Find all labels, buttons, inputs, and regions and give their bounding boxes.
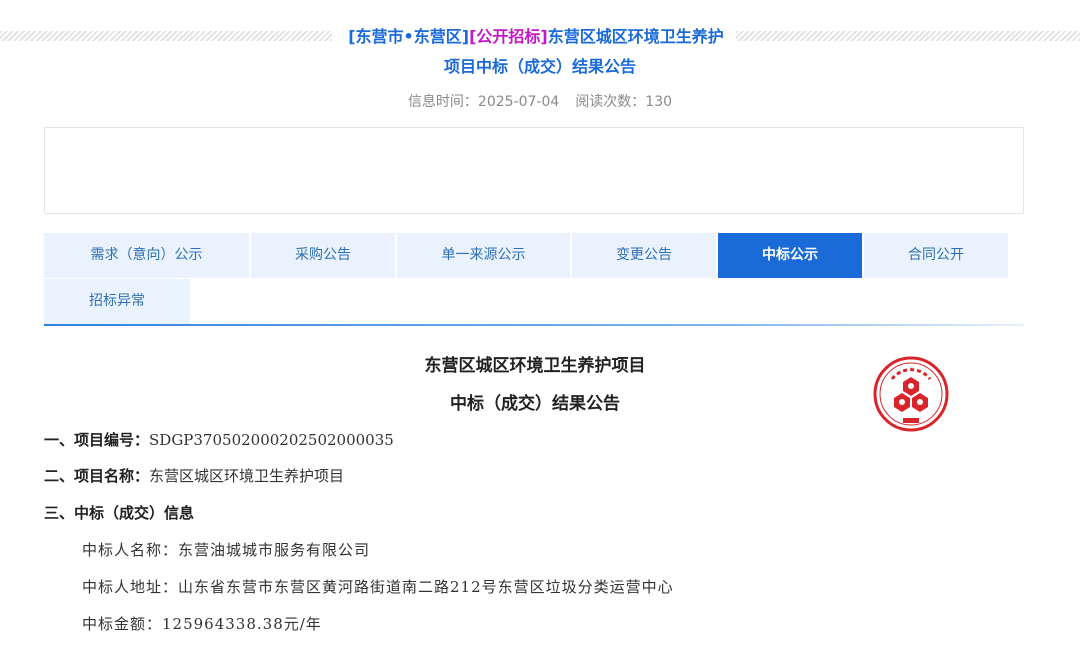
tabs-underline: [44, 324, 1024, 326]
attachment-box: [44, 127, 1024, 214]
winner-name: 中标人名称：东营油城城市服务有限公司: [82, 541, 371, 559]
title-stripe-left: [0, 31, 332, 41]
project-number-row: 一、项目编号：SDGP370502000202502000035: [44, 429, 394, 451]
notice-title-line1: [东营市•东营区][公开招标]东营区城区环境卫生养护: [340, 26, 732, 48]
winner-address: 中标人地址：山东省东营市东营区黄河路街道南二路212号东营区垃圾分类运营中心: [82, 578, 674, 596]
read-count: 阅读次数：130: [575, 94, 673, 110]
project-number-label: 一、项目编号：: [44, 431, 150, 449]
notice-meta: 信息时间：2025-07-04 阅读次数：130: [0, 92, 1080, 112]
tab-contract-public[interactable]: 合同公开: [864, 233, 1008, 278]
notice-title-row: [东营市•东营区][公开招标]东营区城区环境卫生养护: [0, 26, 1080, 48]
winning-amount: 中标金额：125964338.38元/年: [82, 615, 322, 633]
winning-info-heading-row: 三、中标（成交）信息: [44, 502, 194, 524]
tab-single-source[interactable]: 单一来源公示: [397, 233, 570, 278]
project-name-label: 二、项目名称：: [44, 467, 150, 485]
notice-title-line2: 项目中标（成交）结果公告: [443, 57, 636, 76]
tab-bid-exception[interactable]: 招标异常: [44, 279, 190, 324]
project-number-value: SDGP370502000202502000035: [149, 431, 394, 449]
tab-procurement-notice[interactable]: 采购公告: [251, 233, 395, 278]
project-name-row: 二、项目名称：东营区城区环境卫生养护项目: [44, 465, 344, 487]
winning-info-heading: 三、中标（成交）信息: [44, 504, 195, 522]
info-time: 信息时间：2025-07-04: [407, 94, 560, 110]
project-name-value: 东营区城区环境卫生养护项目: [149, 467, 345, 485]
official-seal-icon: [873, 356, 949, 432]
tab-demand-intention[interactable]: 需求（意向）公示: [44, 233, 249, 278]
title-region-tag: [东营市•东营区]: [348, 27, 470, 46]
tab-winning-bid[interactable]: 中标公示: [718, 233, 862, 278]
tab-change-notice[interactable]: 变更公告: [572, 233, 716, 278]
title-type-tag: [公开招标]: [469, 27, 548, 46]
title-stripe-right: [736, 31, 1080, 41]
title-text: 东营区城区环境卫生养护: [547, 27, 724, 46]
